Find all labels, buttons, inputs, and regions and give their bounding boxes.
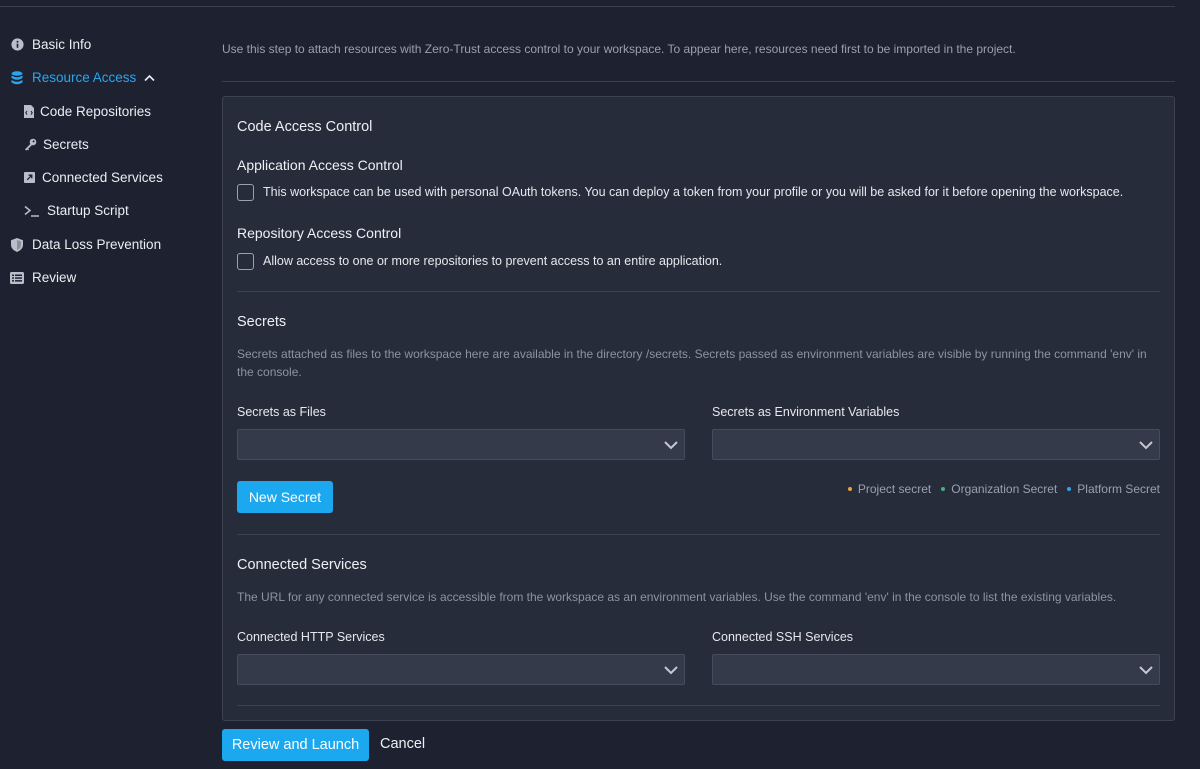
connected-services-description: The URL for any connected service is acc… [237,590,1117,604]
list-icon [10,271,24,285]
chevron-up-icon [144,74,155,82]
database-icon [10,70,24,85]
sidebar-item-label: Review [32,270,77,285]
section-divider [237,534,1160,535]
legend-dot [847,487,852,491]
sidebar-item-label: Basic Info [32,37,92,52]
ssh-services-label: Connected SSH Services [712,630,854,644]
legend-dot [1067,487,1072,491]
http-services-select[interactable] [237,654,685,685]
section-divider [237,705,1160,706]
key-icon [24,138,37,152]
ssh-services-select[interactable] [712,654,1160,685]
legend-label: Project secret [857,482,932,496]
application-access-label: This workspace can be used with personal… [263,185,1124,199]
secrets-files-select[interactable] [237,429,685,460]
external-link-icon [24,171,35,185]
code-access-title: Code Access Control [237,119,373,135]
top-divider [0,6,1175,7]
sidebar-item-secrets[interactable]: Secrets [24,137,89,152]
sidebar-item-label: Secrets [43,137,89,152]
repository-access-label: Allow access to one or more repositories… [263,254,723,268]
chevron-down-icon [1138,662,1154,683]
sidebar-item-label: Resource Access [32,70,137,85]
sidebar-item-connected-services[interactable]: Connected Services [24,170,163,185]
section-divider [237,291,1160,292]
new-secret-button[interactable]: New Secret [237,481,333,513]
cancel-button[interactable]: Cancel [380,736,425,752]
sidebar-item-label: Startup Script [47,203,129,218]
review-and-launch-button[interactable]: Review and Launch [222,729,369,761]
sidebar-item-code-repositories[interactable]: Code Repositories [24,104,151,119]
application-access-title: Application Access Control [237,157,403,173]
legend-organization-secret: Organization Secret [941,482,1057,496]
repository-access-title: Repository Access Control [237,225,402,241]
secrets-files-label: Secrets as Files [237,405,326,419]
sidebar-item-resource-access[interactable]: Resource Access [10,70,155,85]
file-code-icon [24,105,34,119]
sidebar-item-basic-info[interactable]: Basic Info [10,37,91,52]
legend-dot [941,487,946,491]
chevron-down-icon [663,662,679,683]
sidebar-item-review[interactable]: Review [10,270,76,285]
legend-label: Organization Secret [951,482,1058,496]
shield-icon [10,237,24,252]
sidebar-item-label: Data Loss Prevention [32,237,162,252]
info-icon [10,38,24,52]
chevron-down-icon [663,437,679,458]
legend-project-secret: Project secret [847,482,932,496]
application-access-checkbox[interactable] [237,184,254,201]
secrets-title: Secrets [237,314,287,330]
sidebar-item-label: Connected Services [42,170,163,185]
chevron-down-icon [1138,437,1154,458]
secrets-description: Secrets attached as files to the workspa… [237,347,1147,379]
legend-label: Platform Secret [1077,482,1160,496]
intro-text: Use this step to attach resources with Z… [222,42,1016,56]
connected-services-title: Connected Services [237,557,367,573]
sidebar-item-label: Code Repositories [40,104,152,119]
secret-type-legend: Project secret Organization Secret Platf… [838,482,1160,496]
http-services-label: Connected HTTP Services [237,630,385,644]
terminal-icon [24,204,40,218]
secrets-env-select[interactable] [712,429,1160,460]
sidebar-item-data-loss-prevention[interactable]: Data Loss Prevention [10,237,161,252]
resource-access-panel: Code Access Control Application Access C… [222,96,1175,721]
repository-access-checkbox[interactable] [237,253,254,270]
legend-platform-secret: Platform Secret [1067,482,1160,496]
sidebar-item-startup-script[interactable]: Startup Script [24,203,129,218]
intro-divider [222,81,1175,82]
secrets-env-label: Secrets as Environment Variables [712,405,900,419]
